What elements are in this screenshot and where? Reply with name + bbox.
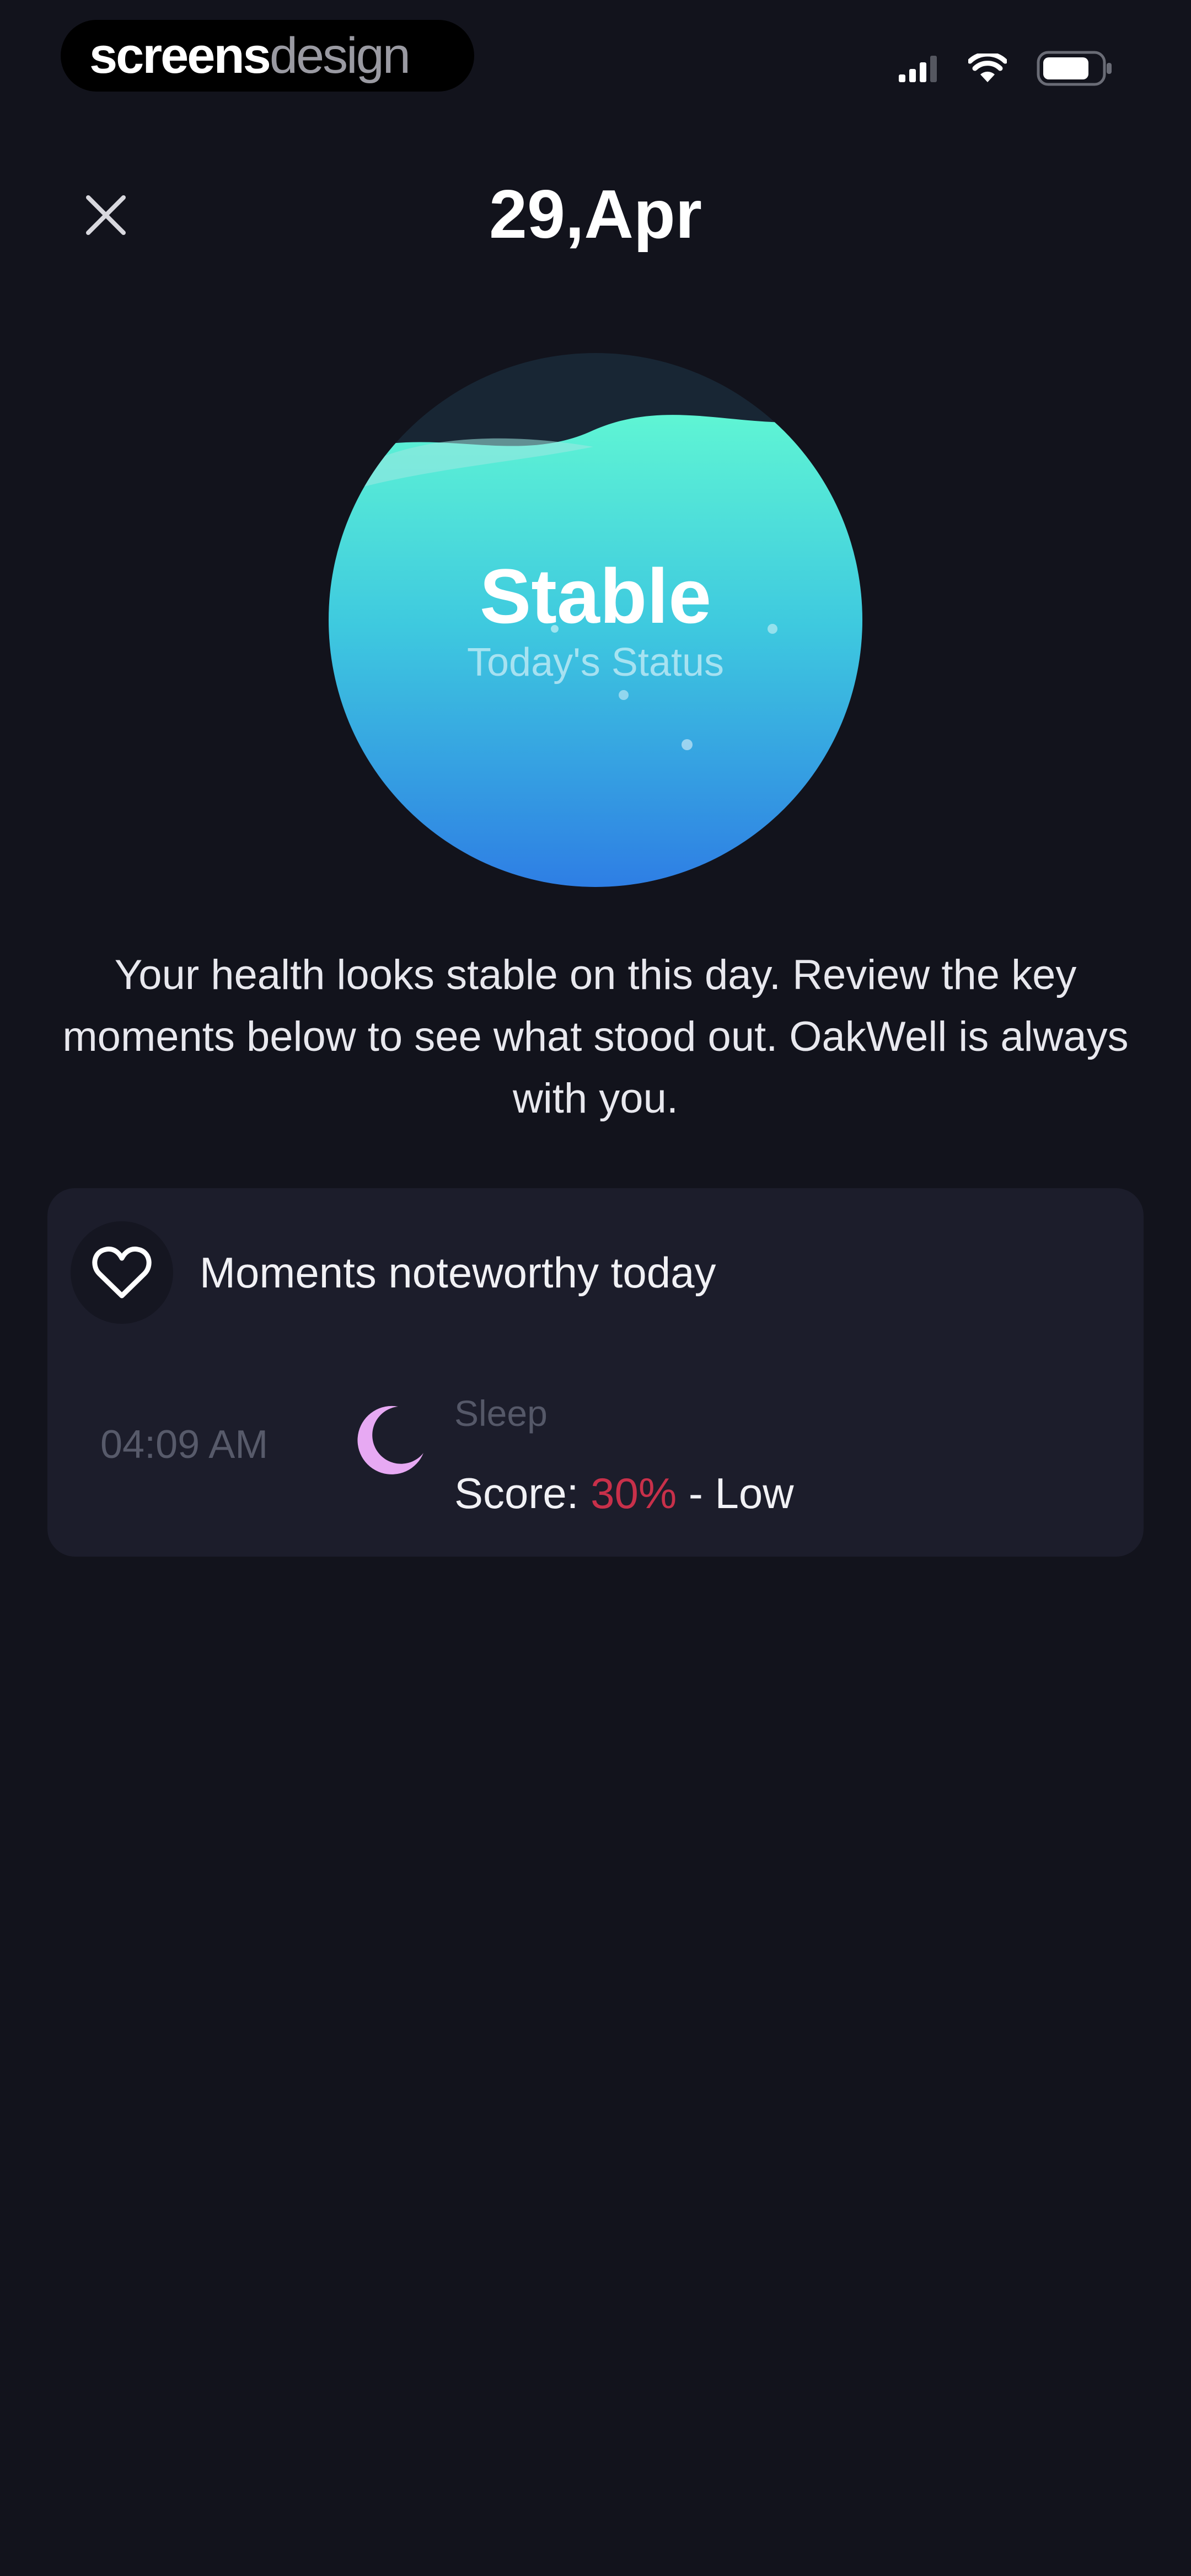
brand-part1: screens bbox=[89, 27, 271, 84]
screen: screens design 29,Apr Stable Today's Sta… bbox=[0, 0, 1191, 2576]
status-orb: Stable Today's Status bbox=[329, 353, 862, 887]
status-subtitle: Today's Status bbox=[467, 640, 724, 685]
status-bar-icons bbox=[899, 51, 1114, 86]
moment-score: Score: 30% - Low bbox=[454, 1468, 794, 1519]
moment-label: Sleep bbox=[454, 1393, 548, 1434]
moment-time: 04:09 AM bbox=[100, 1423, 269, 1467]
moments-title: Moments noteworthy today bbox=[200, 1248, 716, 1297]
battery-icon bbox=[1037, 51, 1112, 86]
score-prefix: Score: bbox=[454, 1469, 579, 1517]
moments-card: Moments noteworthy today 04:09 AM Sleep … bbox=[47, 1188, 1144, 1557]
heart-icon bbox=[92, 1246, 152, 1298]
moon-icon bbox=[357, 1405, 423, 1474]
moments-icon-badge bbox=[71, 1221, 173, 1324]
wifi-icon bbox=[968, 54, 1007, 82]
score-value: 30% bbox=[591, 1469, 677, 1517]
page-title: 29,Apr bbox=[489, 177, 702, 253]
brand-part2: design bbox=[269, 27, 411, 84]
signal-icon bbox=[899, 56, 937, 82]
score-suffix: - Low bbox=[688, 1469, 794, 1517]
brand-watermark: screens design bbox=[61, 20, 474, 92]
status-label: Stable bbox=[479, 553, 712, 639]
health-description: Your health looks stable on this day. Re… bbox=[62, 952, 1129, 1122]
